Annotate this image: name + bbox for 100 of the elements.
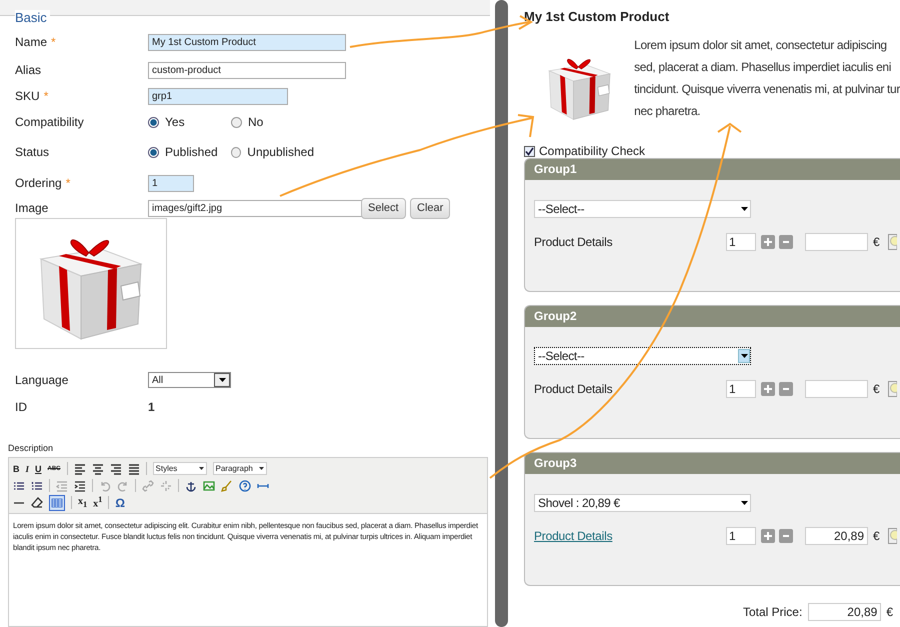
plus-icon[interactable] [761, 529, 775, 543]
field-label: SKU [15, 89, 40, 103]
radio-button[interactable] [148, 146, 159, 158]
description-line: tincidunt. Quisque viverra venenatis mi, at pulvinar tur [634, 81, 900, 98]
anchor-icon[interactable] [185, 480, 197, 492]
product-details-label: Product Details [534, 235, 614, 249]
unlink-icon[interactable] [160, 480, 172, 492]
currency-label: € [886, 605, 893, 619]
group-header: Group1 [525, 159, 900, 180]
product-select[interactable]: --Select-- [534, 200, 751, 218]
group-header: Group2 [525, 306, 900, 327]
field-label: Name [15, 35, 48, 49]
rich-text-editor[interactable] [8, 457, 488, 627]
indent-icon[interactable] [74, 480, 86, 492]
align-center-icon[interactable] [92, 462, 104, 474]
format-button[interactable]: U [35, 464, 42, 474]
brush-icon[interactable] [221, 480, 233, 492]
caret-icon [740, 207, 748, 211]
format-button[interactable]: I [26, 464, 30, 474]
field-label: Alias [15, 63, 42, 77]
language-select[interactable]: All [148, 372, 231, 388]
radio-label: No [248, 115, 264, 129]
align-right-icon[interactable] [110, 462, 122, 474]
product-select[interactable]: --Select-- [534, 347, 751, 365]
numbered-list-icon[interactable] [31, 480, 43, 492]
product-title: My 1st Custom Product [524, 9, 670, 24]
text-input[interactable]: 1 [148, 174, 194, 192]
paragraph-select[interactable]: Paragraph [212, 462, 267, 475]
image-button[interactable]: Select [361, 198, 406, 218]
styles-select[interactable]: Styles [152, 462, 207, 475]
radio-button[interactable] [148, 116, 159, 128]
checkbox[interactable] [524, 146, 535, 156]
radio-label: Unpublished [247, 145, 314, 159]
field-label: Image [15, 201, 48, 215]
text-input[interactable]: grp1 [148, 88, 288, 104]
radio-option[interactable]: Unpublished [231, 145, 314, 159]
caret-icon [258, 467, 264, 470]
image-icon[interactable] [203, 480, 215, 492]
minus-icon[interactable] [779, 529, 793, 543]
plus-icon[interactable] [761, 382, 775, 396]
required-asterisk: * [66, 176, 70, 190]
product-details-link[interactable]: Product Details [534, 529, 726, 543]
justify-icon[interactable] [128, 462, 140, 474]
radio-option[interactable]: Published [148, 145, 231, 159]
text-input[interactable]: custom-product [148, 62, 346, 78]
minus-icon[interactable] [779, 382, 793, 396]
total-price-label: Total Price: [742, 605, 802, 619]
quantity-input[interactable]: 1 [726, 233, 756, 251]
align-left-icon[interactable] [74, 462, 86, 474]
table-icon[interactable] [49, 494, 65, 510]
image-path-input[interactable]: images/gift2.jpg [148, 200, 364, 216]
link-icon[interactable] [142, 480, 154, 492]
radio-option[interactable]: No [231, 115, 314, 129]
script-button[interactable]: x$^{1}$ [93, 495, 102, 510]
lightbulb-icon[interactable] [888, 234, 897, 250]
caret-icon [198, 467, 204, 470]
field-label: Compatibility [15, 115, 84, 129]
field-label: Ordering [15, 176, 62, 190]
currency-label: € [873, 235, 880, 249]
description-line: sed, placerat a diam. Phasellus imperdiet iaculis eni [634, 59, 892, 76]
radio-option[interactable]: Yes [148, 115, 231, 129]
required-asterisk: * [51, 35, 56, 49]
undo-icon[interactable] [99, 480, 111, 492]
product-details-label: Product Details [534, 382, 614, 396]
quantity-input[interactable]: 1 [726, 380, 756, 398]
checkbox-label: Compatibility Check [539, 144, 646, 158]
required-asterisk: * [44, 89, 48, 103]
plus-icon[interactable] [761, 235, 775, 249]
quantity-input[interactable]: 1 [726, 527, 756, 545]
description-line: Lorem ipsum dolor sit amet, consectetur adipiscing [634, 37, 888, 54]
currency-label: € [873, 382, 880, 396]
format-button[interactable]: B [13, 464, 20, 474]
currency-label: € [873, 529, 880, 543]
caret-icon [218, 378, 226, 382]
image-button[interactable]: Clear [410, 198, 450, 218]
group-header: Group3 [525, 453, 900, 474]
text-input[interactable]: My 1st Custom Product [148, 34, 346, 50]
field-label: Language [15, 373, 68, 387]
field-label: Status [15, 145, 50, 159]
lightbulb-icon[interactable] [888, 381, 897, 397]
product-select[interactable]: Shovel : 20,89 € [534, 494, 751, 512]
radio-button[interactable] [231, 116, 242, 128]
caret-icon [740, 354, 748, 358]
outdent-icon[interactable] [56, 480, 68, 492]
radio-label: Published [165, 145, 218, 159]
field-label: ID [15, 400, 27, 414]
eraser-icon[interactable] [31, 496, 43, 508]
id-value: 1 [148, 400, 155, 414]
radio-label: Yes [165, 115, 185, 129]
help-icon[interactable] [239, 480, 251, 492]
special-character-button[interactable]: Ω [115, 496, 125, 510]
total-price-field: 20,89 [808, 603, 882, 621]
bullet-list-icon[interactable] [13, 480, 25, 492]
redo-icon[interactable] [117, 480, 129, 492]
description-line: nec pharetra. [634, 103, 702, 120]
lightbulb-icon[interactable] [888, 528, 897, 544]
section-legend: Basic [15, 10, 50, 25]
radio-button[interactable] [231, 146, 242, 158]
script-button[interactable]: x$_{1}$ [78, 496, 88, 509]
minus-icon[interactable] [779, 235, 793, 249]
